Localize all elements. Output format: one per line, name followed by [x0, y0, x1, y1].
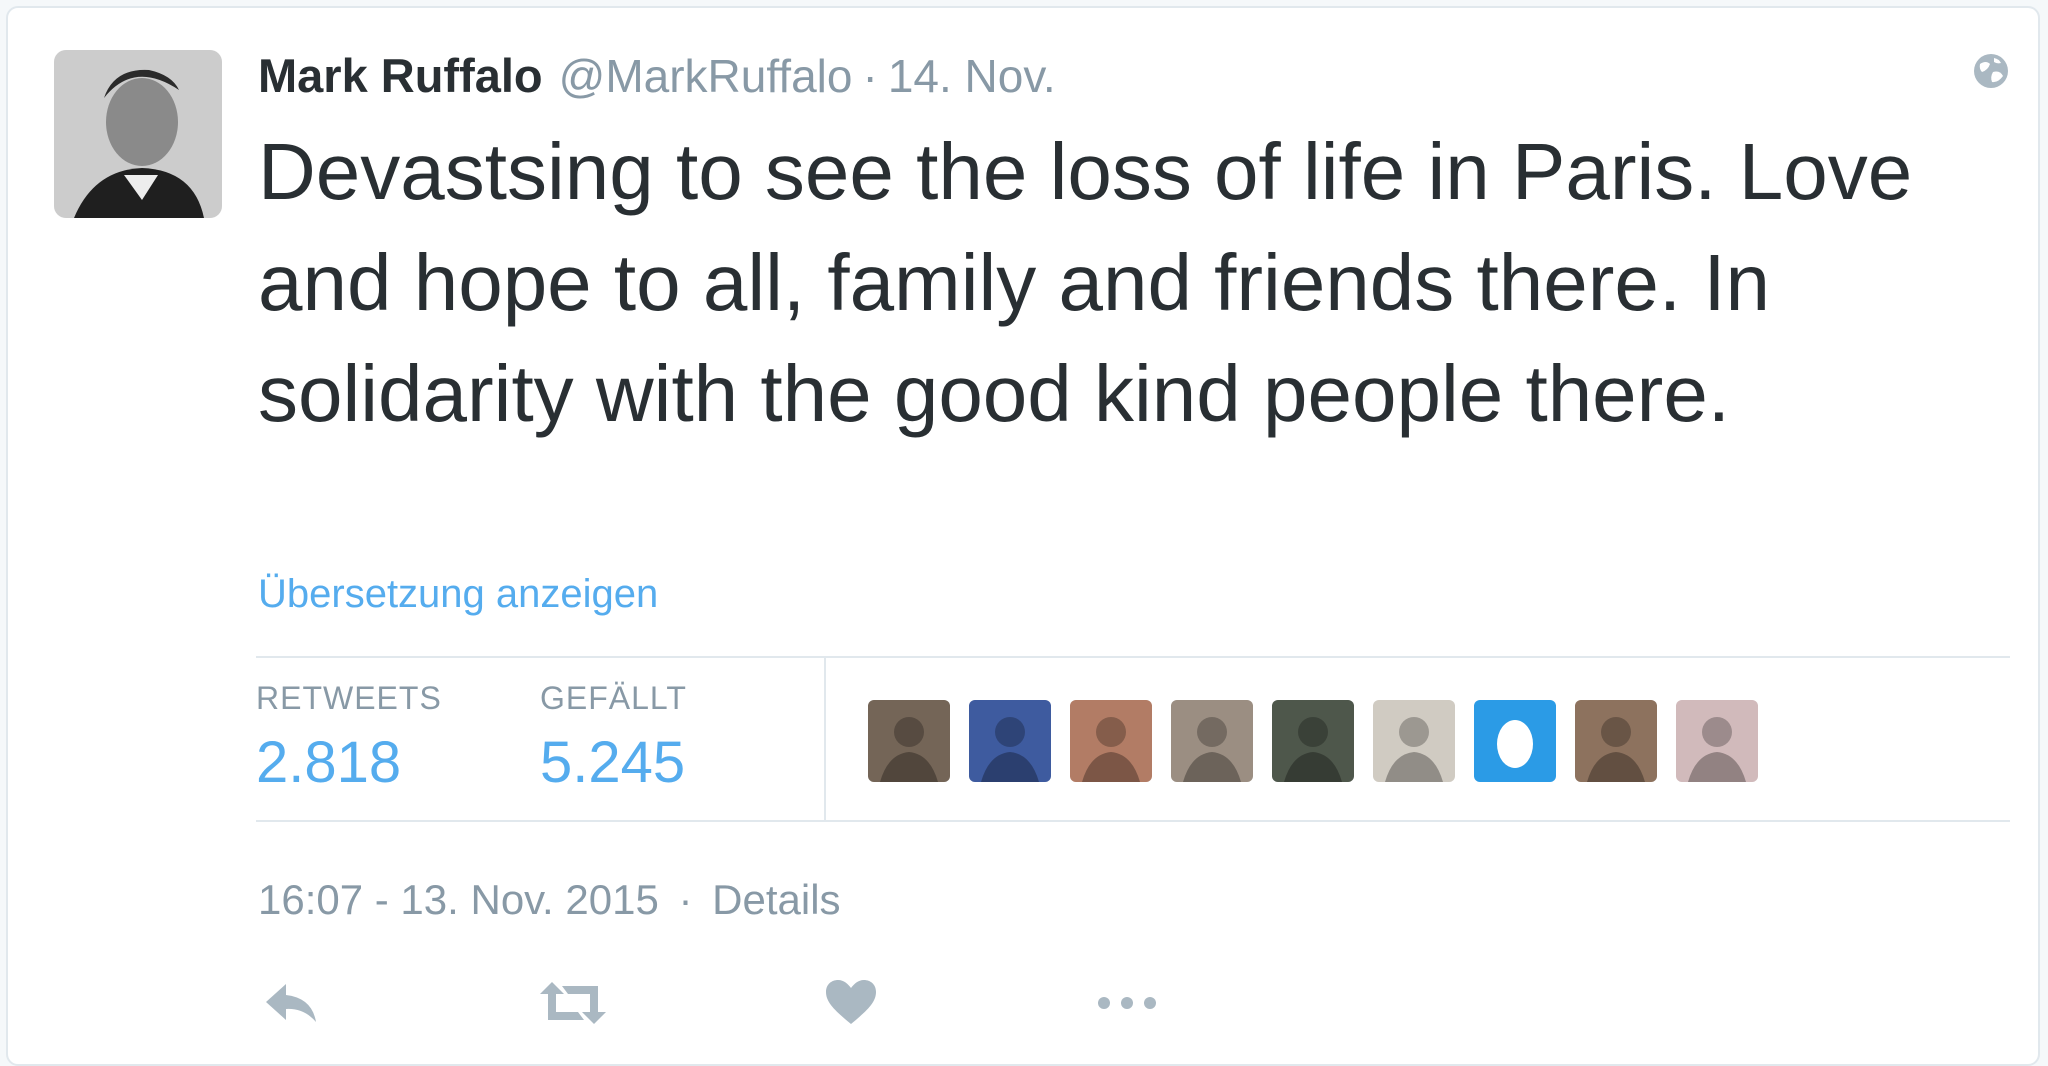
tweet-date[interactable]: 14. Nov.	[888, 49, 1056, 103]
likes-stat[interactable]: GEFÄLLT 5.245	[540, 680, 687, 796]
retweets-count[interactable]: 2.818	[256, 729, 442, 796]
liked-by-avatar[interactable]	[1272, 700, 1354, 782]
stats-bottom-divider	[256, 820, 2010, 822]
liked-by-avatar[interactable]	[1373, 700, 1455, 782]
liked-by-avatar[interactable]	[1575, 700, 1657, 782]
translate-link[interactable]: Übersetzung anzeigen	[258, 572, 658, 617]
reply-icon[interactable]	[262, 978, 320, 1033]
details-link[interactable]: Details	[712, 876, 840, 923]
likes-count[interactable]: 5.245	[540, 729, 687, 796]
liked-by-avatars	[868, 700, 1758, 782]
likes-label: GEFÄLLT	[540, 680, 687, 716]
tweet-timestamp-row: 16:07 - 13. Nov. 2015 · Details	[258, 876, 841, 924]
header-separator: ·	[862, 50, 878, 102]
like-icon[interactable]	[824, 978, 878, 1033]
retweet-icon[interactable]	[538, 978, 608, 1033]
retweets-stat[interactable]: RETWEETS 2.818	[256, 680, 442, 796]
author-handle[interactable]: @MarkRuffalo	[559, 49, 853, 103]
liked-by-avatar[interactable]	[1676, 700, 1758, 782]
tweet-header: Mark Ruffalo @MarkRuffalo · 14. Nov.	[258, 48, 1056, 108]
liked-by-avatar[interactable]	[868, 700, 950, 782]
egg-avatar-icon[interactable]	[1474, 700, 1556, 782]
globe-icon	[1970, 50, 2012, 92]
liked-by-avatar[interactable]	[969, 700, 1051, 782]
more-icon[interactable]	[1092, 978, 1162, 1033]
author-name[interactable]: Mark Ruffalo	[258, 48, 543, 103]
tweet-timestamp: 16:07 - 13. Nov. 2015	[258, 876, 659, 923]
stats-vertical-divider	[824, 658, 826, 822]
tweet-card: Mark Ruffalo @MarkRuffalo · 14. Nov. Dev…	[6, 6, 2040, 1066]
tweet-text: Devastsing to see the loss of life in Pa…	[258, 127, 1913, 438]
retweets-label: RETWEETS	[256, 680, 442, 716]
liked-by-avatar[interactable]	[1070, 700, 1152, 782]
liked-by-avatar[interactable]	[1171, 700, 1253, 782]
author-avatar[interactable]	[54, 50, 222, 218]
tweet-actions	[258, 978, 1258, 1048]
timestamp-separator: ·	[678, 876, 693, 923]
stats-row: RETWEETS 2.818 GEFÄLLT 5.245	[256, 658, 2010, 822]
